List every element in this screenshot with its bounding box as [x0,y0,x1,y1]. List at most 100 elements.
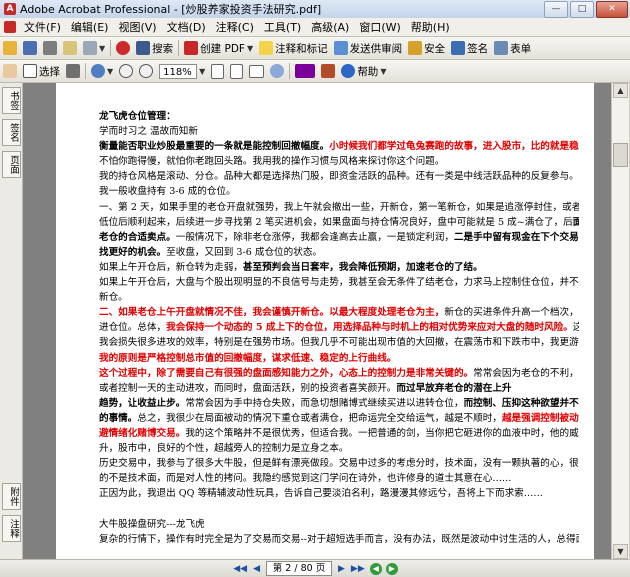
comment-label: 注释和标记 [275,42,328,55]
save-button[interactable] [20,38,40,58]
text-segment: 面就是寻找 [572,216,579,228]
send-review-button[interactable]: 发送供审阅 [331,38,406,58]
scroll-thumb[interactable] [613,143,628,167]
menu-bar: 文件(F) 编辑(E) 视图(V) 文档(D) 注释(C) 工具(T) 高级(A… [0,18,630,37]
chevron-down-icon: ▼ [246,43,254,53]
chevron-down-icon: ▼ [99,43,106,53]
text-segment: 我一般收盘持有 3-6 成的仓位。 [99,186,236,198]
select-tool[interactable]: 选择 [20,61,63,81]
menu-advanced[interactable]: 高级(A) [306,19,354,35]
chevron-down-icon: ▼ [199,66,206,76]
text-segment: 一、第 2 天，如果手里的老仓开盘就强势，我上午就会撤出一些，开新仓，第一笔新仓… [99,201,579,213]
text-segment: 而过早放弃老仓的潜在上升 [396,382,512,394]
search-label: 搜索 [152,42,174,55]
minimize-button[interactable]: — [544,1,568,18]
acrobat-icon: A [4,3,16,15]
toolbox-icon [321,64,336,78]
text-segment: 避情绪化赌博交易。 [99,427,186,439]
help-button[interactable]: 帮助 ▼ [338,61,389,81]
menu-comments[interactable]: 注释(C) [211,19,259,35]
create-pdf-label: 创建 PDF [200,42,245,55]
status-bar: ◀◀ ◀ 第 2 / 80 页 ▶ ▶▶ ◀ ▶ [0,559,630,577]
text-segment: 老仓的合适卖点。 [99,231,176,243]
tools-button[interactable] [318,61,338,81]
text-segment: 趋势，让收益止步。 [99,397,186,409]
email-button[interactable] [60,38,80,58]
menu-view[interactable]: 视图(V) [113,19,161,35]
yahoo-button[interactable] [292,61,318,81]
scroll-up-button[interactable]: ▲ [613,83,628,98]
snapshot-tool[interactable] [63,61,83,81]
fit-page-button[interactable] [227,61,246,81]
fit-width-button[interactable] [246,61,267,81]
menu-document[interactable]: 文档(D) [162,19,211,35]
stop-button[interactable] [113,38,133,58]
forms-button[interactable]: 表单 [491,38,534,58]
text-segment: 二是手中留有现金在下个交易日可以寻 [453,231,579,243]
hand-icon [3,64,17,78]
tab-comments[interactable]: 注释 [2,515,21,542]
actual-size-icon [211,63,225,79]
text-segment: 二、如果老仓上午开盘就情况不佳，我会谨慎开新仓。以最大程度处理老仓为主， [99,307,445,319]
first-page-button[interactable]: ◀◀ [233,564,247,574]
previous-view-button[interactable]: ◀ [369,562,382,575]
security-button[interactable]: 安全 [405,38,448,58]
text-line: 的事情。总之，我很少在局面被动的情况下重仓或者满仓，把命运完全交给运气，越是不顺… [99,411,579,426]
separator [110,40,112,56]
text-segment: 我的持仓风格是滚动、分仓。品种大都是选择热门股，即资金活跃的品种。还有一类是中线… [99,171,579,183]
text-line: 找更好的机会。至收盘，又回到 3-6 成仓位的状态。 [99,245,579,260]
zoom-tool[interactable]: ▼ [88,61,116,81]
text-segment: 或者控制一天的主动进攻，而同时，盘面活跃，别的投资者喜笑颜开。 [99,382,397,394]
lock-icon [408,41,423,55]
actual-size-button[interactable] [208,61,227,81]
menu-edit[interactable]: 编辑(E) [66,19,114,35]
text-segment: 这样做， [572,322,579,334]
text-line: 升，股市中，良好的个性，超越旁人的控制力是立身之本。 [99,441,579,456]
zoom-out-button[interactable] [116,61,136,81]
tab-bookmarks[interactable]: 书签 [2,87,21,114]
document-viewport[interactable]: 龙飞虎仓位管理： 学而时习之 温故而知新 衡量能否职业炒股最重要的一条就是能控制回撤… [23,83,611,559]
rotate-button[interactable] [267,61,287,81]
text-segment: 而控制、压抑这种欲望并不是件快乐 [463,397,579,409]
search-button[interactable]: 搜索 [133,38,176,58]
text-segment: 的不是技术面，而是对人性的拷问。我隐约感觉到这门学问在诗外，也许修身的道士其意在… [99,473,512,485]
tab-attachments[interactable]: 附件 [2,483,21,510]
text-line: 我一般收盘持有 3-6 成的仓位。 [99,184,579,199]
text-line: 如果上午开仓后，大盘与个股出现明显的不良信号与走势，我甚至会无条件了结老仓，力求… [99,275,579,290]
text-line [99,501,579,516]
window-controls: — □ ✕ [544,1,628,18]
text-segment: 越是强调控制被动仓位，回 [501,412,579,424]
menu-help[interactable]: 帮助(H) [406,19,455,35]
zoom-level-field[interactable]: 118% ▼ [156,61,208,81]
hand-tool[interactable] [0,61,20,81]
zoom-in-button[interactable] [136,61,156,81]
next-view-button[interactable]: ▶ [385,562,398,575]
open-button[interactable] [0,38,20,58]
create-pdf-button[interactable]: 创建 PDF ▼ [181,38,256,58]
comment-button[interactable]: 注释和标记 [256,38,331,58]
page-text: 龙飞虎仓位管理： 学而时习之 温故而知新 衡量能否职业炒股最重要的一条就是能控制回撤… [99,109,579,547]
text-line: 我的持仓风格是滚动、分仓。品种大都是选择热门股，即资金活跃的品种。还有一类是中线… [99,169,579,184]
zoom-level[interactable]: 118% [159,63,198,79]
tab-signatures[interactable]: 签名 [2,119,21,146]
menu-window[interactable]: 窗口(W) [354,19,405,35]
page-number-field[interactable]: 第 2 / 80 页 [266,561,332,576]
next-page-button[interactable]: ▶ [338,564,345,574]
sign-button[interactable]: 签名 [448,38,491,58]
attach-button[interactable]: ▼ [80,38,108,58]
vertical-scrollbar[interactable]: ▲ ▼ [611,83,629,559]
maximize-button[interactable]: □ [570,1,594,18]
last-page-button[interactable]: ▶▶ [351,564,365,574]
menu-tools[interactable]: 工具(T) [259,19,306,35]
print-button[interactable] [40,38,60,58]
text-segment: 大牛股操盘研究---龙飞虎 [99,518,205,530]
help-label: 帮助 [357,65,379,78]
scroll-down-button[interactable]: ▼ [613,544,628,559]
close-button[interactable]: ✕ [596,1,628,18]
previous-page-button[interactable]: ◀ [253,564,260,574]
tab-pages[interactable]: 页面 [2,151,21,178]
navigation-pane: 书签 签名 页面 附件 注释 [0,83,23,559]
menu-file[interactable]: 文件(F) [19,19,66,35]
text-segment: 甚至预判会当日套牢，我会降低预期，加速老仓的了结。 [242,261,483,273]
comment-icon [259,41,274,55]
